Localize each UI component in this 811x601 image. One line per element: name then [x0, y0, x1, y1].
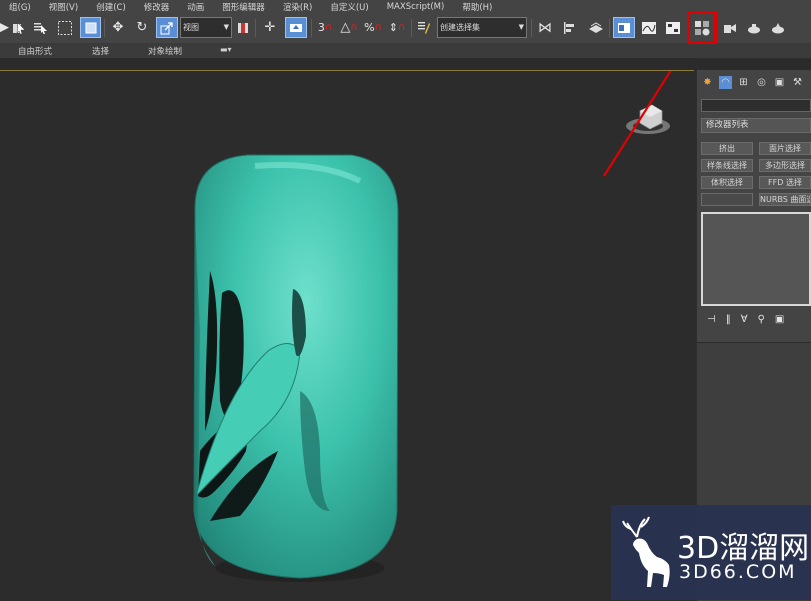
menu-animation[interactable]: 动画 [187, 1, 204, 13]
spline-select-button[interactable]: 样条线选择 [701, 159, 753, 172]
rendered-frame-window-icon[interactable] [744, 17, 764, 38]
viewport-header [0, 58, 694, 70]
curve-editor-icon[interactable] [639, 17, 659, 38]
named-selection-value: 创建选择集 [440, 22, 480, 32]
pivot-center-icon[interactable] [235, 17, 251, 38]
reference-coordinate-dropdown[interactable]: 视图 ▼ [180, 17, 232, 38]
ffd-select-button[interactable]: FFD 选择 [759, 176, 811, 189]
poly-select-button[interactable]: 多边形选择 [759, 159, 811, 172]
render-production-icon[interactable] [768, 17, 788, 38]
show-end-result-icon[interactable]: ‖ [726, 314, 731, 325]
menu-modifiers[interactable]: 修改器 [144, 1, 170, 13]
modifier-list-dropdown[interactable]: 修改器列表 [701, 118, 811, 133]
angle-snap-icon[interactable]: △ ∩ [338, 17, 360, 38]
snap-label: 3 [317, 21, 325, 34]
utilities-tab-icon[interactable]: ⚒ [791, 76, 804, 89]
capsule-object[interactable] [193, 154, 399, 582]
hierarchy-tab-icon[interactable]: ⊞ [737, 76, 750, 89]
watermark-url: 3D66.COM [679, 561, 797, 583]
percent-label: % [364, 21, 375, 34]
edit-named-selection-icon[interactable] [414, 17, 434, 38]
menu-rendering[interactable]: 渲染(R) [283, 1, 313, 13]
select-by-name-icon[interactable] [32, 17, 50, 38]
select-object-icon[interactable] [11, 17, 27, 38]
menu-graph-editors[interactable]: 图形编辑器 [222, 1, 265, 13]
patch-select-button[interactable]: 面片选择 [759, 142, 811, 155]
chevron-down-icon: ▼ [518, 23, 524, 31]
menu-create[interactable]: 创建(C) [96, 1, 126, 13]
display-tab-icon[interactable]: ▣ [773, 76, 786, 89]
move-icon[interactable]: ✥ [108, 17, 128, 38]
scale-icon[interactable] [156, 17, 178, 38]
render-setup-icon[interactable] [720, 17, 740, 38]
highlight-box [687, 11, 717, 44]
watermark-logo: 3D溜溜网 3D66.COM [611, 505, 811, 600]
unlink-icon[interactable]: ▶ [0, 17, 9, 38]
modifier-stack[interactable] [701, 212, 811, 306]
stack-toolbar: ⊣ ‖ ∀ ⚲ ▣ [701, 312, 811, 326]
menu-help[interactable]: 帮助(H) [462, 1, 492, 13]
ribbon-tab-selection[interactable]: 选择 [92, 45, 109, 57]
chevron-down-icon: ▼ [223, 23, 229, 31]
named-selection-dropdown[interactable]: 创建选择集 ▼ [437, 17, 527, 38]
nurbs-surface-select-button[interactable]: NURBS 曲面选 [759, 193, 811, 206]
rectangle-selection-icon[interactable] [56, 17, 74, 38]
configure-sets-icon[interactable]: ▣ [775, 314, 784, 325]
menu-customize[interactable]: 自定义(U) [330, 1, 368, 13]
snaps-toggle-icon[interactable]: 3 ∩ [314, 17, 336, 38]
select-manipulate-icon[interactable]: ✛ [259, 17, 281, 38]
extrude-button[interactable]: 挤出 [701, 142, 753, 155]
command-panel-tabs: ✸ ◠ ⊞ ◎ ▣ ⚒ [701, 76, 804, 89]
spinner-snap-icon[interactable]: ⇕ ∩ [386, 17, 408, 38]
reference-coordinate-value: 视图 [183, 22, 199, 32]
window-crossing-icon[interactable] [80, 17, 101, 38]
rotate-icon[interactable]: ↻ [132, 17, 152, 38]
make-unique-icon[interactable]: ∀ [741, 314, 748, 325]
viewport[interactable] [0, 70, 694, 601]
create-tab-icon[interactable]: ✸ [701, 76, 714, 89]
modify-tab-icon[interactable]: ◠ [719, 76, 732, 89]
scene-explorer-icon[interactable] [613, 17, 635, 38]
remove-modifier-icon[interactable]: ⚲ [758, 314, 765, 325]
deer-logo-icon [622, 516, 670, 587]
schematic-view-icon[interactable] [663, 17, 683, 38]
keyboard-shortcut-override-icon[interactable] [285, 17, 307, 38]
menu-maxscript[interactable]: MAXScript(M) [387, 2, 445, 12]
object-name-field[interactable] [701, 99, 811, 112]
ribbon-bar: 自由形式 选择 对象绘制 ▬▾ [0, 44, 811, 59]
ribbon-tab-object-paint[interactable]: 对象绘制 [148, 45, 182, 57]
menu-views[interactable]: 视图(V) [49, 1, 78, 13]
menu-group[interactable]: 组(G) [9, 1, 31, 13]
percent-snap-icon[interactable]: % ∩ [362, 17, 384, 38]
align-icon[interactable] [559, 17, 579, 38]
motion-tab-icon[interactable]: ◎ [755, 76, 768, 89]
mirror-icon[interactable]: ⋈ [535, 17, 555, 38]
empty-slot-button[interactable] [701, 193, 753, 206]
ribbon-tab-freeform[interactable]: 自由形式 [18, 45, 52, 57]
layer-manager-icon[interactable] [586, 17, 606, 38]
ribbon-options-icon[interactable]: ▬▾ [220, 45, 232, 54]
pin-stack-icon[interactable]: ⊣ [707, 314, 716, 325]
volume-select-button[interactable]: 体积选择 [701, 176, 753, 189]
